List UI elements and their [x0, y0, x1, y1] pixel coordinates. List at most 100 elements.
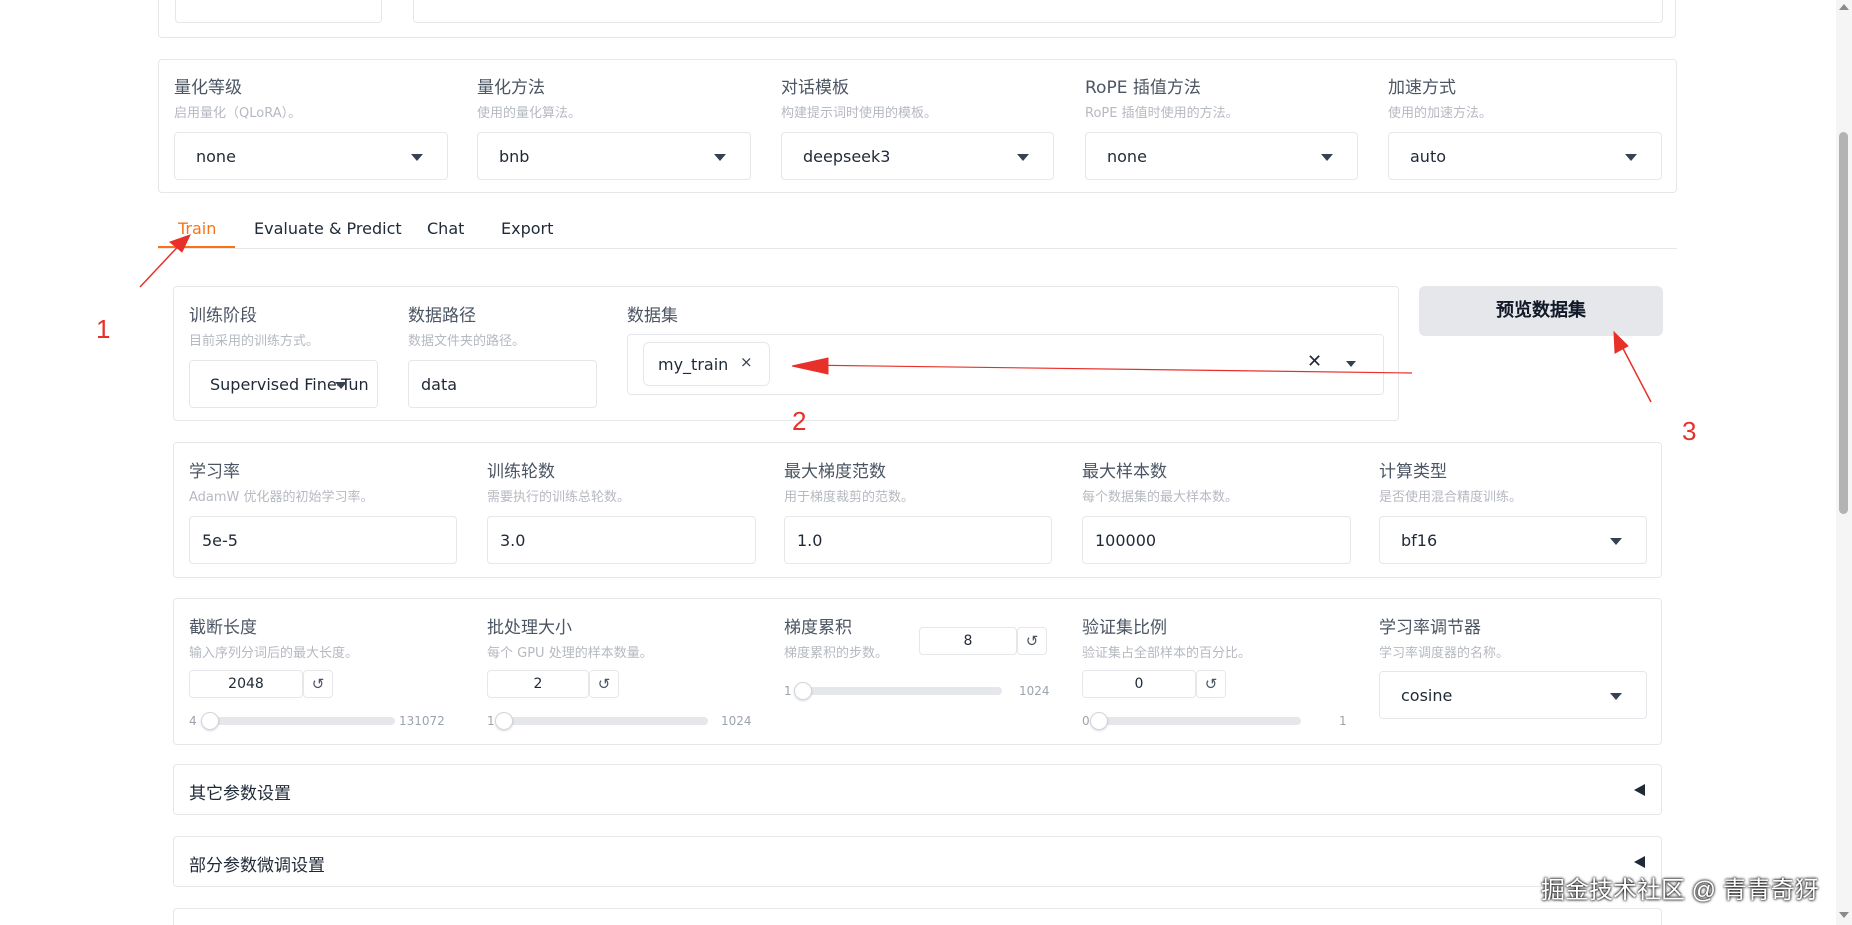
preview-dataset-button[interactable]: 预览数据集	[1419, 286, 1663, 336]
accordion-next[interactable]	[173, 908, 1662, 925]
collapse-arrow-icon	[1634, 784, 1645, 796]
tab-chat[interactable]: Chat	[427, 219, 464, 238]
quantization-panel: 量化等级 启用量化（QLoRA）。 none 量化方法 使用的量化算法。 bnb…	[158, 59, 1677, 193]
booster-dropdown[interactable]: auto	[1388, 132, 1662, 180]
quant-bit-value: none	[196, 147, 236, 166]
data-dir-input[interactable]: data	[408, 360, 597, 408]
epochs-info: 需要执行的训练总轮数。	[487, 490, 631, 505]
quant-method-info: 使用的量化算法。	[477, 106, 582, 121]
val-size-number[interactable]: 0	[1082, 670, 1196, 698]
rope-label: RoPE 插值方法	[1085, 78, 1201, 98]
learning-rate-value: 5e-5	[202, 531, 238, 550]
val-size-max: 1	[1339, 714, 1347, 728]
grad-accum-slider[interactable]	[794, 682, 1002, 700]
max-grad-norm-label: 最大梯度范数	[784, 462, 886, 482]
accordion-partial-finetune[interactable]: 部分参数微调设置	[173, 836, 1662, 887]
lr-scheduler-label: 学习率调节器	[1379, 618, 1481, 638]
learning-rate-label: 学习率	[189, 462, 240, 482]
max-samples-input[interactable]: 100000	[1082, 516, 1351, 564]
scrollbar-thumb[interactable]	[1839, 132, 1848, 514]
chevron-down-icon	[1610, 538, 1622, 545]
val-size-slider-thumb[interactable]	[1090, 712, 1108, 730]
booster-label: 加速方式	[1388, 78, 1456, 98]
dataset-panel: 训练阶段 目前采用的训练方式。 Supervised Fine-Tun 数据路径…	[173, 286, 1399, 421]
chevron-down-icon	[714, 154, 726, 161]
rope-dropdown[interactable]: none	[1085, 132, 1358, 180]
quant-bit-dropdown[interactable]: none	[174, 132, 448, 180]
booster-value: auto	[1410, 147, 1447, 166]
batch-size-slider-thumb[interactable]	[495, 712, 514, 730]
learning-rate-input[interactable]: 5e-5	[189, 516, 457, 564]
reset-icon[interactable]: ↺	[1196, 670, 1226, 698]
rope-info: RoPE 插值时使用的方法。	[1085, 106, 1239, 121]
tab-train[interactable]: Train	[178, 219, 216, 238]
dataset-token: my_train ×	[643, 342, 770, 386]
collapse-arrow-icon	[1634, 856, 1645, 868]
cutoff-max: 131072	[399, 714, 445, 728]
val-size-info: 验证集占全部样本的百分比。	[1082, 646, 1252, 661]
tab-evaluate-predict[interactable]: Evaluate & Predict	[254, 219, 402, 238]
val-size-slider[interactable]	[1090, 712, 1301, 730]
grad-accum-max: 1024	[1019, 684, 1050, 698]
max-grad-norm-value: 1.0	[797, 531, 823, 550]
compute-type-dropdown[interactable]: bf16	[1379, 516, 1647, 564]
dataset-multiselect[interactable]: my_train × ✕	[627, 334, 1384, 395]
epochs-input[interactable]: 3.0	[487, 516, 756, 564]
finetuning-method-value: lora	[197, 0, 228, 3]
cutoff-number[interactable]: 2048	[189, 670, 303, 698]
compute-type-value: bf16	[1401, 531, 1438, 550]
reset-icon[interactable]: ↺	[303, 670, 333, 698]
data-dir-value: data	[421, 375, 458, 394]
max-grad-norm-input[interactable]: 1.0	[784, 516, 1052, 564]
template-value: deepseek3	[803, 147, 891, 166]
reset-icon[interactable]: ↺	[1017, 627, 1047, 655]
grad-accum-label: 梯度累积	[784, 618, 852, 638]
cutoff-slider[interactable]	[201, 712, 395, 730]
chevron-down-icon	[1346, 361, 1356, 367]
chevron-down-icon	[1625, 154, 1637, 161]
grad-accum-number[interactable]: 8	[919, 627, 1017, 655]
quant-method-label: 量化方法	[477, 78, 545, 98]
learning-rate-info: AdamW 优化器的初始学习率。	[189, 490, 374, 505]
epochs-label: 训练轮数	[487, 462, 555, 482]
max-samples-info: 每个数据集的最大样本数。	[1082, 490, 1239, 505]
quant-method-value: bnb	[499, 147, 530, 166]
lr-scheduler-dropdown[interactable]: cosine	[1379, 671, 1647, 719]
quant-bit-label: 量化等级	[174, 78, 242, 98]
slider-panel: 截断长度 输入序列分词后的最大长度。 2048 ↺ 4 131072 批处理大小…	[173, 598, 1662, 745]
finetuning-method-dropdown[interactable]: lora	[175, 0, 382, 23]
lr-scheduler-info: 学习率调度器的名称。	[1379, 646, 1510, 661]
dataset-token-label: my_train	[658, 355, 729, 374]
accordion-other-settings[interactable]: 其它参数设置	[173, 764, 1662, 815]
scroll-up-icon[interactable]	[1839, 4, 1849, 10]
batch-size-number[interactable]: 2	[487, 670, 589, 698]
cutoff-slider-thumb[interactable]	[201, 712, 220, 730]
hyperparam-panel: 学习率 AdamW 优化器的初始学习率。 5e-5 训练轮数 需要执行的训练总轮…	[173, 442, 1662, 578]
grad-accum-slider-thumb[interactable]	[794, 682, 813, 700]
rope-value: none	[1107, 147, 1147, 166]
accordion-partial-finetune-label: 部分参数微调设置	[189, 856, 325, 876]
val-size-min: 0	[1082, 714, 1090, 728]
chevron-down-icon	[335, 382, 347, 389]
annotation-number-1: 1	[96, 314, 111, 344]
model-config-panel: lora	[158, 0, 1676, 38]
template-dropdown[interactable]: deepseek3	[781, 132, 1054, 180]
batch-size-info: 每个 GPU 处理的样本数量。	[487, 646, 653, 661]
checkpoint-dropdown[interactable]	[413, 0, 1663, 23]
stage-dropdown[interactable]: Supervised Fine-Tun	[189, 360, 378, 408]
tab-divider	[158, 248, 1677, 249]
scroll-down-icon[interactable]	[1839, 912, 1849, 918]
reset-icon[interactable]: ↺	[589, 670, 619, 698]
max-samples-value: 100000	[1095, 531, 1157, 550]
chevron-down-icon	[1017, 154, 1029, 161]
watermark: 掘金技术社区 @ 青青奇犽	[1541, 877, 1819, 904]
grad-accum-info: 梯度累积的步数。	[784, 646, 889, 661]
batch-size-slider[interactable]	[495, 712, 708, 730]
quant-bit-info: 启用量化（QLoRA）。	[174, 106, 302, 121]
template-info: 构建提示词时使用的模板。	[781, 106, 938, 121]
quant-method-dropdown[interactable]: bnb	[477, 132, 751, 180]
remove-token-icon[interactable]: ×	[740, 353, 753, 371]
batch-size-label: 批处理大小	[487, 618, 572, 638]
clear-icon[interactable]: ✕	[1307, 351, 1322, 372]
tab-export[interactable]: Export	[501, 219, 553, 238]
